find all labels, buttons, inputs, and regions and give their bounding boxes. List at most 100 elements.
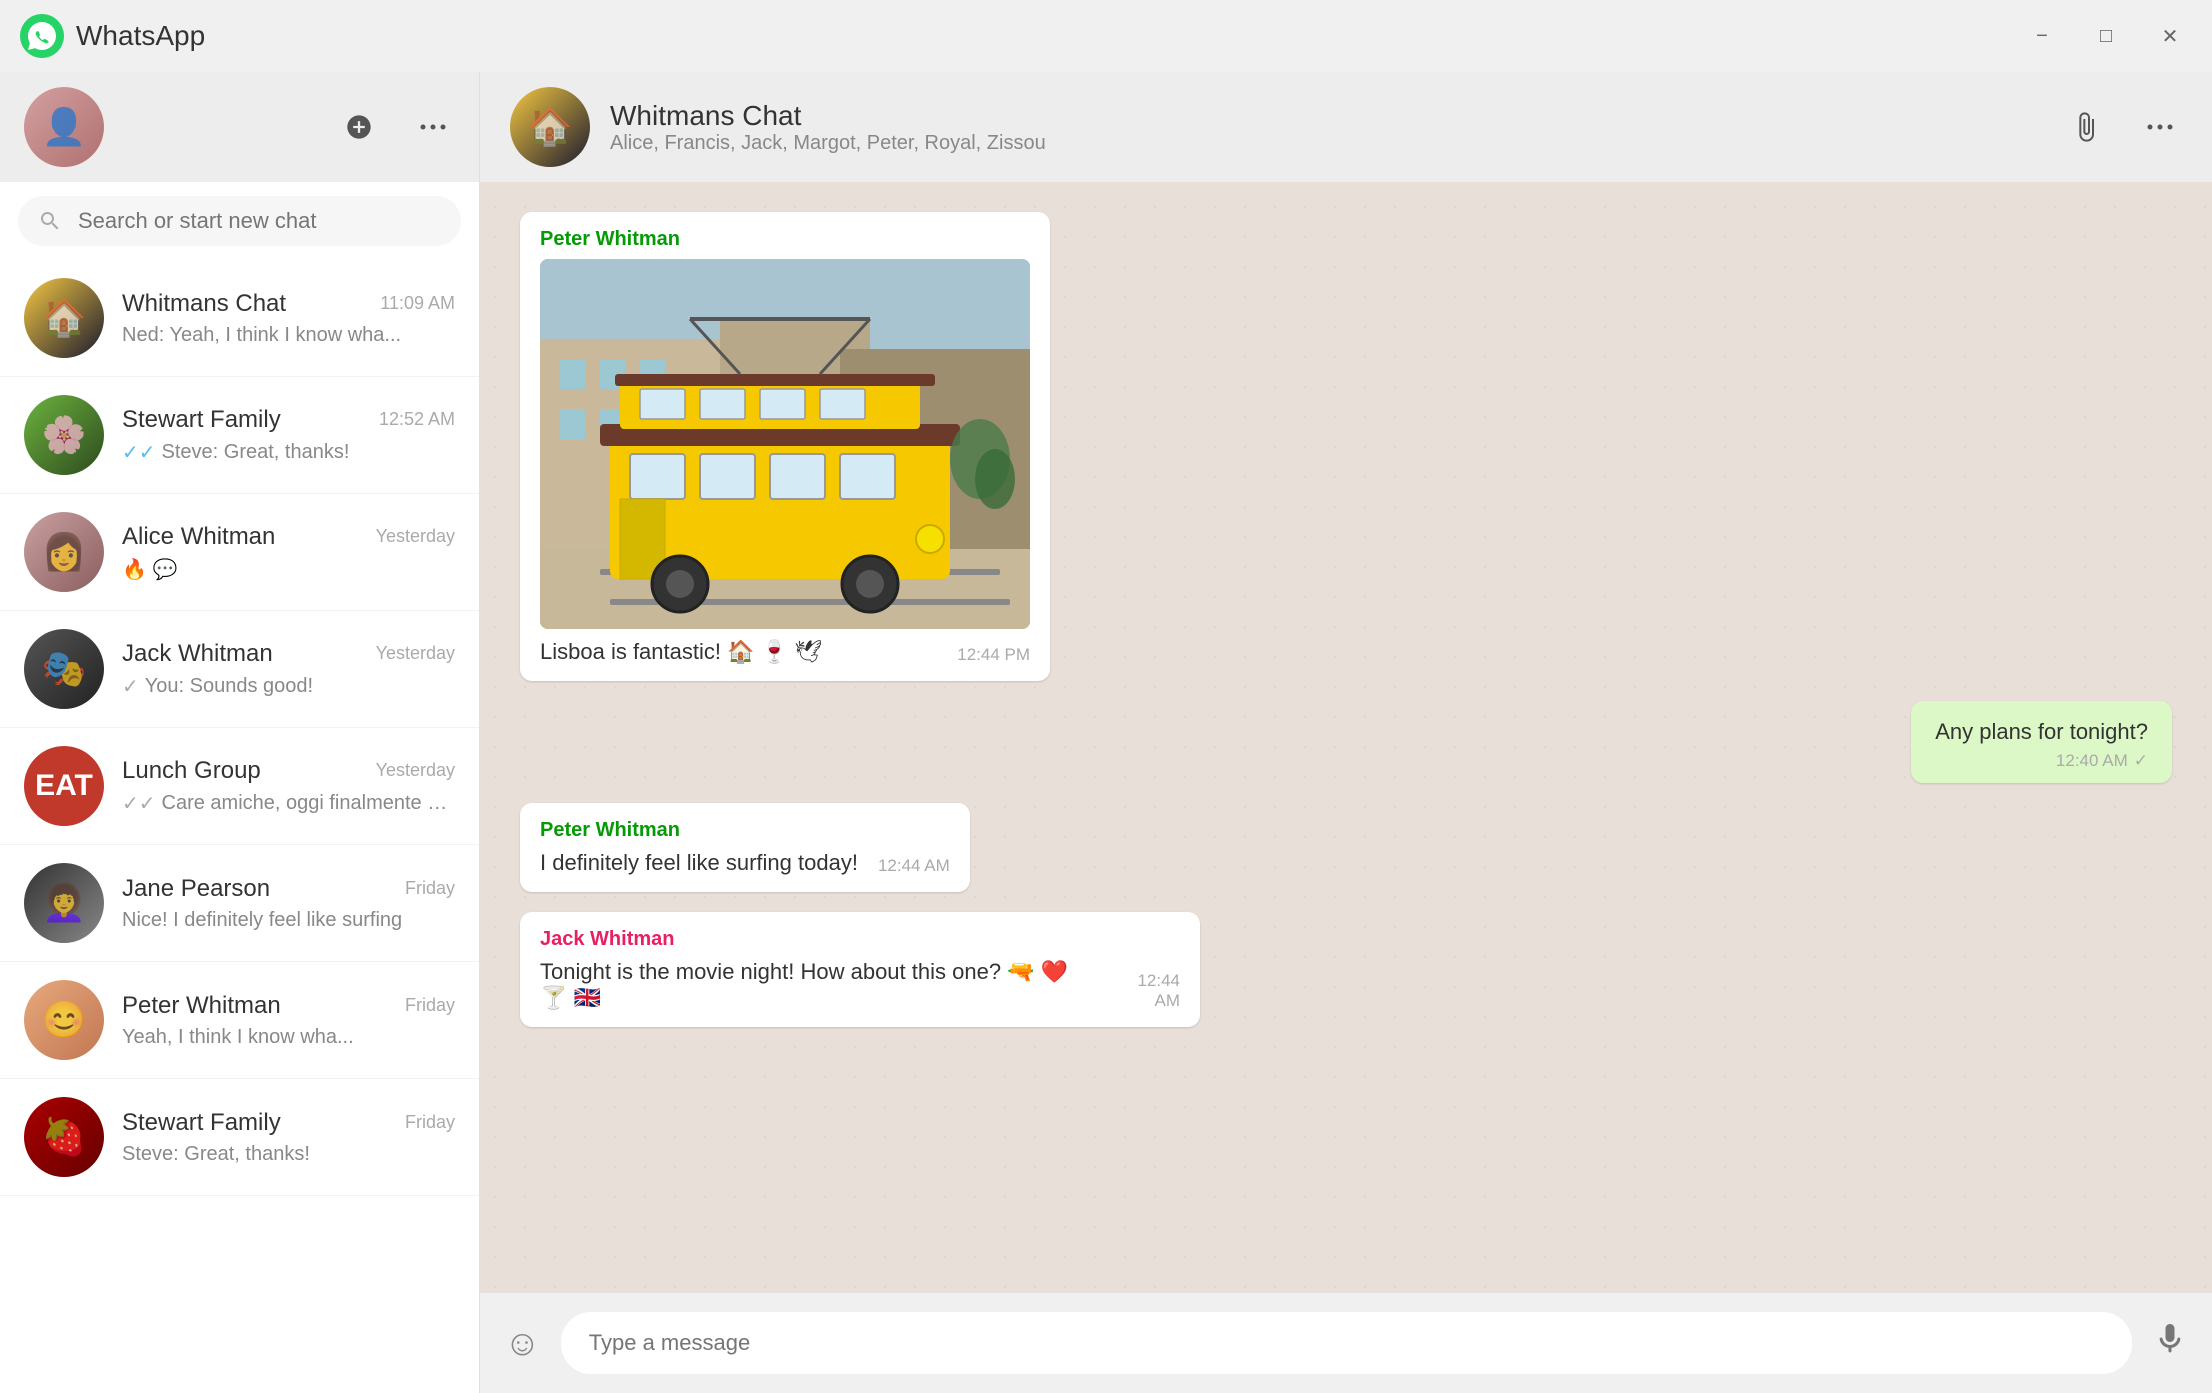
mic-button[interactable] — [2152, 1321, 2188, 1366]
chat-time: Yesterday — [376, 526, 455, 547]
chat-name: Whitmans Chat — [122, 290, 286, 318]
message-sender: Peter Whitman — [540, 819, 950, 842]
chat-preview: Ned: Yeah, I think I know wha... — [122, 324, 401, 347]
minimize-button[interactable]: − — [2020, 14, 2064, 58]
chat-name: Stewart Family — [122, 406, 281, 434]
chat-header: 🏠 Whitmans Chat Alice, Francis, Jack, Ma… — [480, 72, 2212, 182]
chat-header-name: Whitmans Chat — [610, 100, 2064, 132]
avatar: 🌸 — [24, 395, 104, 475]
menu-button[interactable] — [411, 105, 455, 149]
chat-list: 🏠 Whitmans Chat 11:09 AM Ned: Yeah, I th… — [0, 260, 479, 1393]
sidebar-header: 👤 — [0, 72, 479, 182]
close-button[interactable]: ✕ — [2148, 14, 2192, 58]
message-time: 12:44 AM — [878, 856, 950, 876]
user-avatar[interactable]: 👤 — [24, 87, 104, 167]
message-text: I definitely feel like surfing today! — [540, 850, 858, 876]
message-time: 12:44 PM — [957, 645, 1030, 665]
maximize-button[interactable]: □ — [2084, 14, 2128, 58]
sidebar-actions — [337, 105, 455, 149]
message-text: Lisboa is fantastic! 🏠 🍷 🕊 — [540, 639, 822, 665]
message-meta: 12:44 AM — [1113, 971, 1180, 1011]
double-check-icon: ✓✓ — [122, 440, 156, 465]
avatar: 👩 — [24, 512, 104, 592]
outgoing-message-bubble: Any plans for tonight? 12:40 AM ✓ — [1911, 701, 2172, 783]
list-item[interactable]: 🍓 Stewart Family Friday Steve: Great, th… — [0, 1079, 479, 1196]
list-item[interactable]: EAT Lunch Group Yesterday ✓✓ Care amiche… — [0, 728, 479, 845]
chat-name: Alice Whitman — [122, 523, 275, 551]
list-item[interactable]: 😊 Peter Whitman Friday Yeah, I think I k… — [0, 962, 479, 1079]
chat-time: 12:52 AM — [379, 409, 455, 430]
title-bar: WhatsApp − □ ✕ — [0, 0, 2212, 72]
chat-name: Stewart Family — [122, 1109, 281, 1137]
chat-header-avatar: 🏠 — [510, 87, 590, 167]
message-bubble: Peter Whitman — [520, 212, 1050, 681]
messages-area: Peter Whitman — [480, 182, 2212, 1293]
input-bar: ☺ — [480, 1293, 2212, 1393]
chat-info: Alice Whitman Yesterday 🔥 💬 — [122, 523, 455, 582]
chat-info: Whitmans Chat 11:09 AM Ned: Yeah, I thin… — [122, 290, 455, 347]
message-text: Tonight is the movie night! How about th… — [540, 959, 1093, 1011]
avatar: 😊 — [24, 980, 104, 1060]
list-item[interactable]: 🎭 Jack Whitman Yesterday ✓ You: Sounds g… — [0, 611, 479, 728]
avatar: 🏠 — [24, 278, 104, 358]
list-item[interactable]: 👩 Alice Whitman Yesterday 🔥 💬 — [0, 494, 479, 611]
chat-time: 11:09 AM — [380, 293, 455, 314]
chat-header-actions — [2064, 105, 2182, 149]
avatar: 👩‍🦱 — [24, 863, 104, 943]
whatsapp-logo-icon — [20, 14, 64, 58]
lunch-group-text: EAT — [35, 769, 93, 803]
tram-illustration — [540, 259, 1030, 629]
message-bubble: Peter Whitman I definitely feel like sur… — [520, 803, 970, 892]
chat-info: Stewart Family Friday Steve: Great, than… — [122, 1109, 455, 1166]
chat-time: Friday — [405, 1112, 455, 1133]
chat-menu-button[interactable] — [2138, 105, 2182, 149]
message-bubble: Jack Whitman Tonight is the movie night!… — [520, 912, 1200, 1027]
chat-preview: Care amiche, oggi finalmente posso — [162, 792, 455, 815]
message-input[interactable] — [561, 1312, 2132, 1374]
avatar: EAT — [24, 746, 104, 826]
chat-preview: Steve: Great, thanks! — [122, 1143, 310, 1166]
chat-time: Friday — [405, 995, 455, 1016]
chat-info: Jane Pearson Friday Nice! I definitely f… — [122, 875, 455, 932]
chat-header-members: Alice, Francis, Jack, Margot, Peter, Roy… — [610, 132, 2064, 155]
new-chat-button[interactable] — [337, 105, 381, 149]
emoji-button[interactable]: ☺ — [504, 1322, 541, 1364]
single-check-icon: ✓ — [122, 674, 139, 699]
app-title: WhatsApp — [76, 20, 2020, 52]
chat-name: Lunch Group — [122, 757, 261, 785]
outgoing-meta: 12:40 AM ✓ — [1935, 751, 2148, 771]
chat-preview: Nice! I definitely feel like surfing — [122, 909, 402, 932]
message-meta: 12:44 AM — [878, 856, 950, 876]
chat-time: Yesterday — [376, 643, 455, 664]
avatar: 🍓 — [24, 1097, 104, 1177]
list-item[interactable]: 👩‍🦱 Jane Pearson Friday Nice! I definite… — [0, 845, 479, 962]
avatar: 🎭 — [24, 629, 104, 709]
chat-info: Lunch Group Yesterday ✓✓ Care amiche, og… — [122, 757, 455, 816]
chat-name: Peter Whitman — [122, 992, 281, 1020]
chat-time: Yesterday — [376, 760, 455, 781]
list-item[interactable]: 🌸 Stewart Family 12:52 AM ✓✓ Steve: Grea… — [0, 377, 479, 494]
chat-info: Jack Whitman Yesterday ✓ You: Sounds goo… — [122, 640, 455, 699]
chat-name: Jack Whitman — [122, 640, 273, 668]
outgoing-text: Any plans for tonight? — [1935, 719, 2148, 745]
outgoing-time: 12:40 AM — [2056, 751, 2128, 771]
chat-preview: Yeah, I think I know wha... — [122, 1026, 354, 1049]
search-icon — [38, 209, 62, 233]
search-input[interactable] — [78, 208, 441, 234]
chat-panel: 🏠 Whitmans Chat Alice, Francis, Jack, Ma… — [480, 72, 2212, 1393]
message-sender: Jack Whitman — [540, 928, 1180, 951]
single-check-icon: ✓✓ — [122, 791, 156, 816]
attach-button[interactable] — [2064, 105, 2108, 149]
search-bar — [0, 182, 479, 260]
sidebar: 👤 — [0, 72, 480, 1393]
app-body: 👤 — [0, 72, 2212, 1393]
sent-check-icon: ✓ — [2134, 751, 2148, 771]
search-wrapper — [18, 196, 461, 246]
user-avatar-img: 👤 — [24, 87, 104, 167]
chat-info: Stewart Family 12:52 AM ✓✓ Steve: Great,… — [122, 406, 455, 465]
chat-preview: Steve: Great, thanks! — [162, 441, 350, 464]
chat-name: Jane Pearson — [122, 875, 270, 903]
list-item[interactable]: 🏠 Whitmans Chat 11:09 AM Ned: Yeah, I th… — [0, 260, 479, 377]
message-meta: 12:44 PM — [957, 645, 1030, 665]
chat-time: Friday — [405, 878, 455, 899]
